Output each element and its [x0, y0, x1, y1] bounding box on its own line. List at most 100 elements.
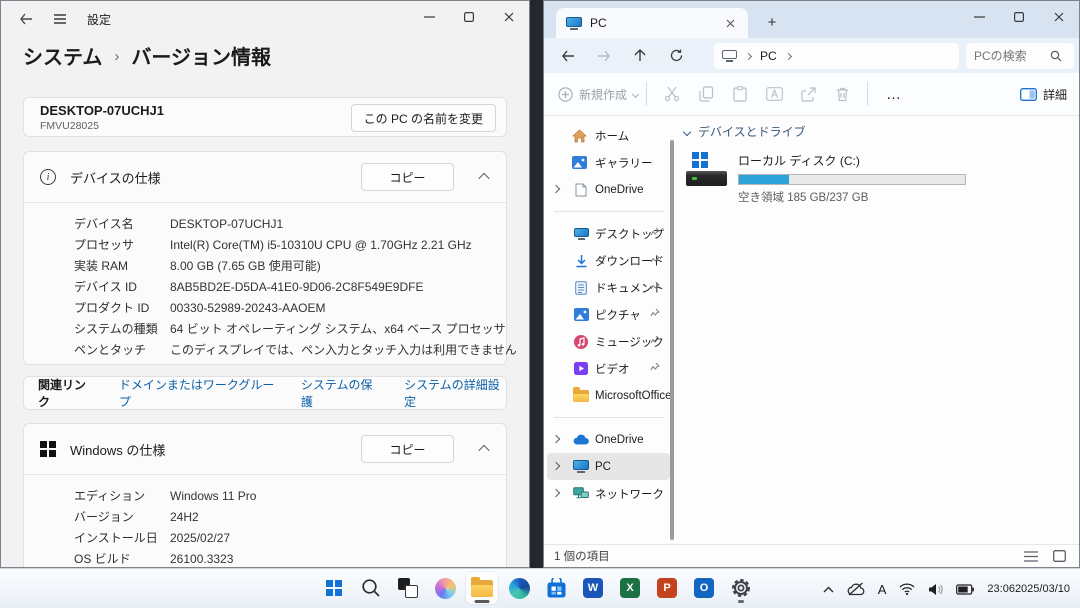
rename-icon[interactable] — [757, 79, 791, 109]
explorer-window: PC + PC — [543, 0, 1080, 568]
back-icon[interactable] — [9, 4, 43, 34]
close-icon[interactable] — [1039, 1, 1079, 33]
powerpoint-icon: P — [657, 578, 677, 598]
windows-spec-header[interactable]: Windows の仕様 コピー — [24, 424, 506, 474]
chevron-up-icon[interactable] — [478, 445, 489, 456]
sidebar-item-network[interactable]: ネットワーク — [547, 480, 670, 507]
powerpoint-button[interactable]: P — [651, 572, 683, 604]
rename-pc-button[interactable]: この PC の名前を変更 — [351, 104, 496, 132]
pin-icon — [650, 362, 660, 372]
sidebar-divider — [554, 417, 664, 418]
clock[interactable]: 23:06 2025/03/10 — [987, 583, 1070, 596]
sidebar-item-documents[interactable]: ドキュメント — [547, 274, 670, 301]
related-links-card: 関連リンク ドメインまたはワークグループ システムの保護 システムの詳細設定 — [23, 376, 507, 410]
maximize-icon[interactable] — [999, 1, 1039, 33]
refresh-icon[interactable] — [658, 42, 694, 70]
sidebar-item-downloads[interactable]: ダウンロード — [547, 247, 670, 274]
word-button[interactable]: W — [577, 572, 609, 604]
drive-c-item[interactable]: ローカル ディスク (C:) 空き領域 185 GB/237 GB — [684, 152, 974, 205]
chevron-right-icon[interactable] — [785, 52, 792, 59]
pc-icon — [566, 17, 582, 30]
tab-close-icon[interactable] — [720, 13, 740, 33]
home-icon — [571, 128, 587, 144]
sidebar-item-desktop[interactable]: デスクトップ — [547, 220, 670, 247]
wifi-icon[interactable] — [899, 583, 915, 595]
list-view-icon[interactable] — [1021, 547, 1041, 565]
device-spec-header[interactable]: i デバイスの仕様 コピー — [24, 152, 506, 202]
link-domain-workgroup[interactable]: ドメインまたはワークグループ — [119, 376, 277, 410]
link-system-protection[interactable]: システムの保護 — [301, 376, 380, 410]
expand-chevron-icon[interactable] — [552, 462, 560, 470]
copilot-icon — [435, 578, 456, 599]
explorer-tab[interactable]: PC — [556, 8, 748, 38]
start-button[interactable] — [318, 572, 350, 604]
spec-row: ペンとタッチこのディスプレイでは、ペン入力とタッチ入力は利用できません — [24, 339, 506, 360]
close-icon[interactable] — [489, 1, 529, 33]
link-advanced-system-settings[interactable]: システムの詳細設定 — [404, 376, 506, 410]
task-view-button[interactable] — [392, 572, 424, 604]
sidebar-item-pc[interactable]: PC — [547, 453, 670, 480]
expand-chevron-icon[interactable] — [552, 185, 560, 193]
file-explorer-button[interactable] — [466, 572, 498, 604]
maximize-icon[interactable] — [449, 1, 489, 33]
expand-chevron-icon[interactable] — [552, 435, 560, 443]
sidebar-item-microsoftoffice[interactable]: MicrosoftOffice — [547, 382, 670, 409]
device-spec-card: i デバイスの仕様 コピー デバイス名DESKTOP-07UCHJ1 プロセッサ… — [23, 151, 507, 365]
sidebar-item-music[interactable]: ミュージック — [547, 328, 670, 355]
spec-row: バージョン24H2 — [24, 506, 506, 527]
sidebar-item-onedrive-personal[interactable]: OneDrive — [547, 176, 670, 203]
hamburger-menu-icon[interactable] — [43, 4, 77, 34]
minimize-icon[interactable] — [959, 1, 999, 33]
microsoft-store-button[interactable] — [540, 572, 572, 604]
ime-mode-indicator[interactable]: A — [878, 582, 887, 597]
up-icon[interactable] — [622, 42, 658, 70]
edge-button[interactable] — [503, 572, 535, 604]
excel-button[interactable]: X — [614, 572, 646, 604]
share-icon[interactable] — [791, 79, 825, 109]
copy-button[interactable]: コピー — [361, 435, 454, 463]
expand-chevron-icon[interactable] — [552, 489, 560, 497]
new-tab-icon[interactable]: + — [759, 10, 785, 34]
pictures-icon — [573, 307, 589, 323]
copy-button[interactable]: コピー — [361, 163, 454, 191]
minimize-icon[interactable] — [409, 1, 449, 33]
paste-icon[interactable] — [723, 79, 757, 109]
details-pane-button[interactable]: 詳細 — [1020, 86, 1067, 103]
search-input[interactable] — [974, 49, 1050, 63]
new-item-button[interactable]: 新規作成 — [558, 86, 638, 103]
sidebar-scrollbar[interactable] — [670, 140, 674, 540]
volume-icon[interactable] — [928, 583, 943, 596]
settings-button[interactable] — [725, 572, 757, 604]
breadcrumb: システム › バージョン情報 — [23, 41, 271, 70]
copy-icon[interactable] — [689, 79, 723, 109]
settings-app-title: 設定 — [87, 11, 111, 28]
back-icon[interactable] — [550, 42, 586, 70]
tray-chevron-up-icon[interactable] — [823, 586, 834, 593]
chevron-right-icon[interactable] — [745, 52, 752, 59]
sidebar-item-pictures[interactable]: ピクチャ — [547, 301, 670, 328]
address-path-pc[interactable]: PC — [760, 49, 777, 63]
delete-icon[interactable] — [825, 79, 859, 109]
sidebar-item-gallery[interactable]: ギャラリー — [547, 149, 670, 176]
cut-icon[interactable] — [655, 79, 689, 109]
sidebar-item-onedrive[interactable]: OneDrive — [547, 426, 670, 453]
address-box[interactable]: PC — [714, 43, 959, 69]
pin-icon — [650, 227, 660, 237]
system-tray: A 23:06 2025/03/10 — [823, 569, 1070, 608]
sidebar-item-videos[interactable]: ビデオ — [547, 355, 670, 382]
copilot-button[interactable] — [429, 572, 461, 604]
forward-icon[interactable] — [586, 42, 622, 70]
device-spec-rows: デバイス名DESKTOP-07UCHJ1 プロセッサIntel(R) Core(… — [24, 203, 506, 366]
chevron-up-icon[interactable] — [478, 173, 489, 184]
search-box[interactable] — [966, 43, 1074, 69]
outlook-button[interactable]: O — [688, 572, 720, 604]
sidebar-item-home[interactable]: ホーム — [547, 122, 670, 149]
breadcrumb-parent[interactable]: システム — [23, 41, 102, 70]
group-header-devices-drives[interactable]: デバイスとドライブ — [684, 123, 1079, 140]
battery-icon[interactable] — [956, 584, 974, 595]
more-options-button[interactable]: … — [876, 86, 913, 103]
taskbar-search-button[interactable] — [355, 572, 387, 604]
thumbnail-view-icon[interactable] — [1049, 547, 1069, 565]
music-icon — [573, 334, 589, 350]
onedrive-paused-icon[interactable] — [847, 582, 865, 596]
